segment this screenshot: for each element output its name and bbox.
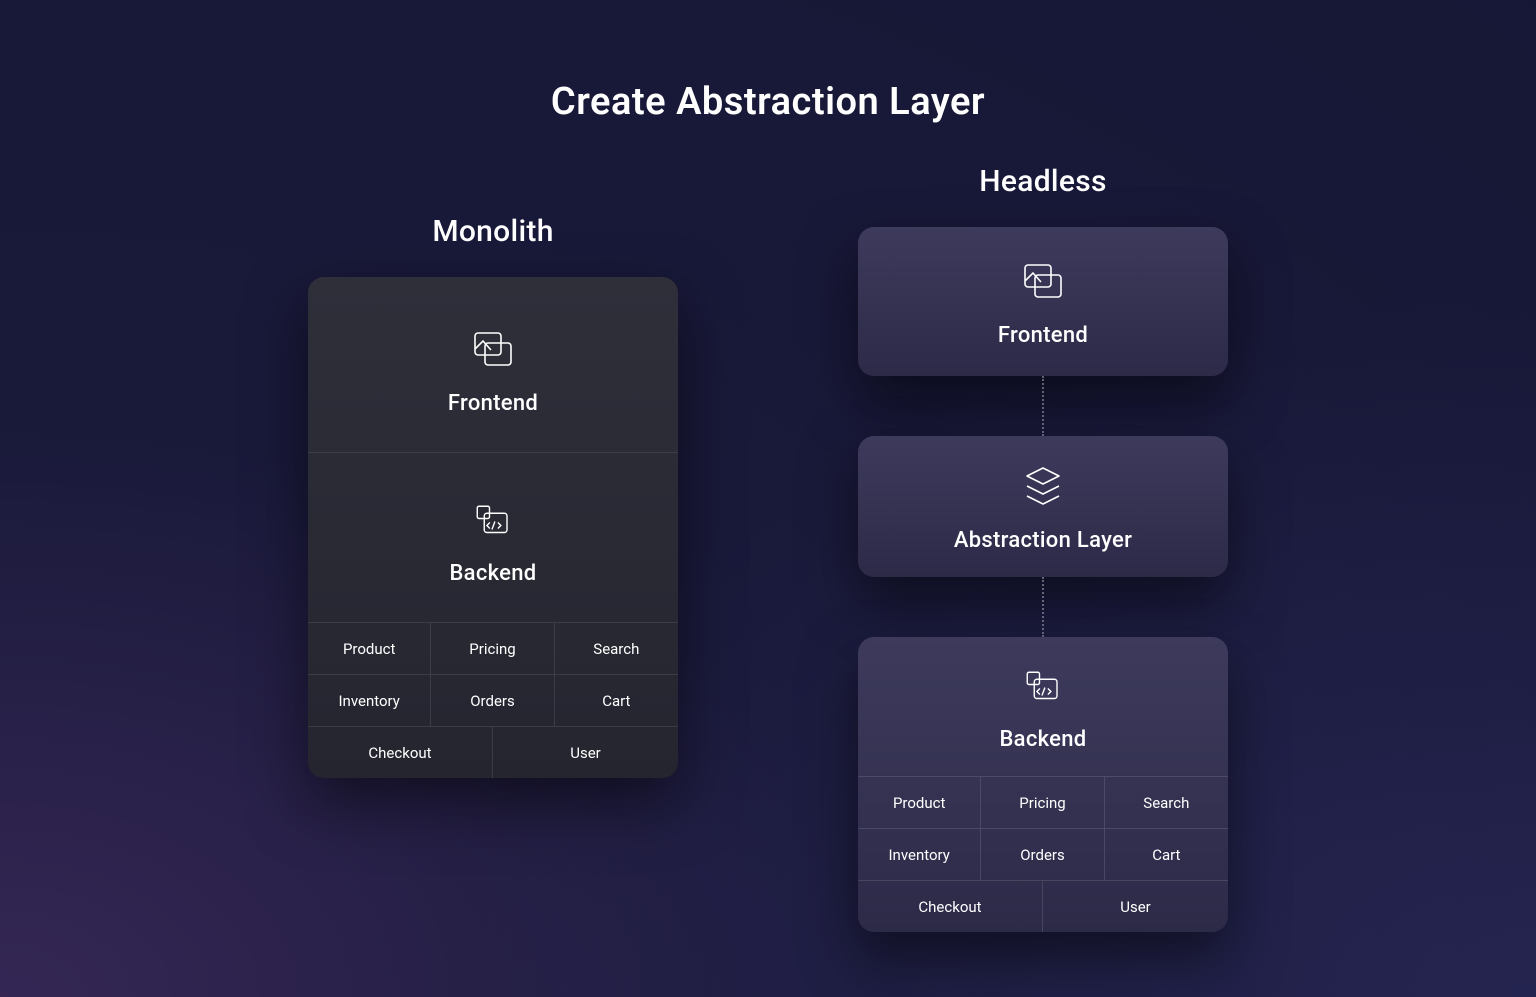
service-cell: Inventory — [308, 674, 431, 726]
headless-backend-card: Backend Product Pricing Search Inventory… — [858, 637, 1228, 932]
service-cell: Product — [858, 776, 981, 828]
code-window-icon — [1022, 667, 1064, 709]
diagram-columns: Monolith Frontend — [0, 164, 1536, 932]
abstraction-layer-label: Abstraction Layer — [954, 528, 1132, 553]
service-cell: Search — [555, 622, 678, 674]
headless-backend-label: Backend — [999, 727, 1086, 752]
service-cell: Orders — [981, 828, 1104, 880]
service-cell: Checkout — [858, 880, 1043, 932]
page-title: Create Abstraction Layer — [0, 0, 1536, 164]
monolith-frontend-section: Frontend — [308, 277, 678, 453]
service-cell: Product — [308, 622, 431, 674]
layers-icon — [1019, 462, 1067, 510]
headless-stack: Frontend Abstraction Layer — [858, 227, 1228, 932]
code-window-icon — [472, 501, 514, 543]
service-cell: Pricing — [981, 776, 1104, 828]
headless-backend-header: Backend — [858, 637, 1228, 776]
connector-line — [1042, 376, 1044, 436]
headless-column: Headless Frontend — [858, 164, 1228, 932]
connector-line — [1042, 577, 1044, 637]
abstraction-layer-card: Abstraction Layer — [858, 436, 1228, 577]
monolith-frontend-label: Frontend — [448, 391, 538, 416]
service-cell: Inventory — [858, 828, 981, 880]
headless-heading: Headless — [979, 164, 1106, 199]
service-cell: Cart — [555, 674, 678, 726]
service-cell: Search — [1105, 776, 1228, 828]
service-cell: Cart — [1105, 828, 1228, 880]
headless-frontend-label: Frontend — [998, 323, 1088, 348]
headless-services-grid: Product Pricing Search Inventory Orders … — [858, 776, 1228, 932]
service-cell: Pricing — [431, 622, 554, 674]
service-cell: User — [493, 726, 678, 778]
service-cell: Orders — [431, 674, 554, 726]
service-cell: Checkout — [308, 726, 493, 778]
headless-frontend-card: Frontend — [858, 227, 1228, 376]
monolith-heading: Monolith — [432, 214, 553, 249]
service-cell: User — [1043, 880, 1228, 932]
monolith-backend-label: Backend — [449, 561, 536, 586]
monolith-backend-section: Backend — [308, 453, 678, 622]
image-stack-icon — [1019, 257, 1067, 305]
monolith-column: Monolith Frontend — [308, 214, 678, 778]
image-stack-icon — [469, 325, 517, 373]
monolith-card: Frontend Backend Product Pricing — [308, 277, 678, 778]
monolith-services-grid: Product Pricing Search Inventory Orders … — [308, 622, 678, 778]
